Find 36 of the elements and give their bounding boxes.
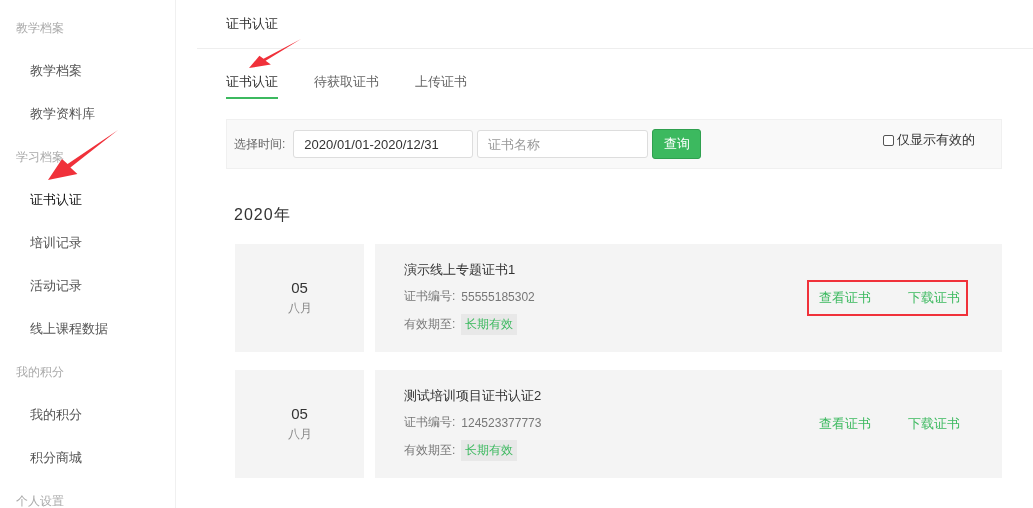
tab[interactable]: 上传证书 (415, 73, 467, 99)
name-field[interactable]: 证书名称 (477, 130, 649, 158)
sidebar-item[interactable]: 教学档案 (0, 61, 175, 81)
validity-label: 有效期至: (404, 442, 456, 459)
day-number: 05 (291, 279, 308, 296)
validity-tag: 长期有效 (461, 440, 518, 461)
month-label: 八月 (287, 426, 312, 443)
number-label: 证书编号: (404, 288, 456, 305)
tab[interactable]: 证书认证 (226, 73, 278, 99)
sidebar-item[interactable]: 证书认证 (0, 190, 175, 210)
checkbox[interactable] (883, 134, 894, 146)
sidebar-item[interactable]: 培训记录 (0, 233, 175, 253)
certificate-number: 124523377773 (461, 415, 542, 430)
section-title: 个人设置 (15, 493, 65, 508)
tab[interactable]: 待获取证书 (314, 73, 379, 99)
sidebar-item[interactable]: 活动记录 (0, 276, 175, 296)
month-label: 八月 (287, 300, 312, 317)
sidebar-item[interactable]: 教学资料库 (0, 104, 175, 124)
certificate-name: 演示线上专题证书1 (404, 261, 517, 279)
section-title: 教学档案 (15, 20, 65, 37)
day-number: 05 (291, 405, 308, 422)
checkbox-label: 仅显示有效的 (897, 131, 975, 149)
sidebar-item[interactable]: 积分商城 (0, 448, 175, 468)
validity-label: 有效期至: (404, 316, 456, 333)
sidebar-item[interactable]: 我的积分 (0, 405, 175, 425)
year-heading: 2020年 (234, 205, 292, 225)
section-title: 学习档案 (15, 149, 65, 166)
filter-label: 选择时间: (234, 135, 286, 153)
section-title: 我的积分 (15, 364, 65, 381)
certificate-name: 测试培训项目证书认证2 (404, 387, 542, 405)
number-label: 证书编号: (404, 414, 456, 431)
sidebar-item[interactable]: 线上课程数据 (0, 319, 175, 339)
certificate-number: 55555185302 (461, 289, 535, 304)
page-title: 证书认证 (226, 15, 278, 33)
date-range-field[interactable]: 2020/01/01-2020/12/31 (293, 130, 474, 158)
validity-tag: 长期有效 (461, 314, 518, 335)
